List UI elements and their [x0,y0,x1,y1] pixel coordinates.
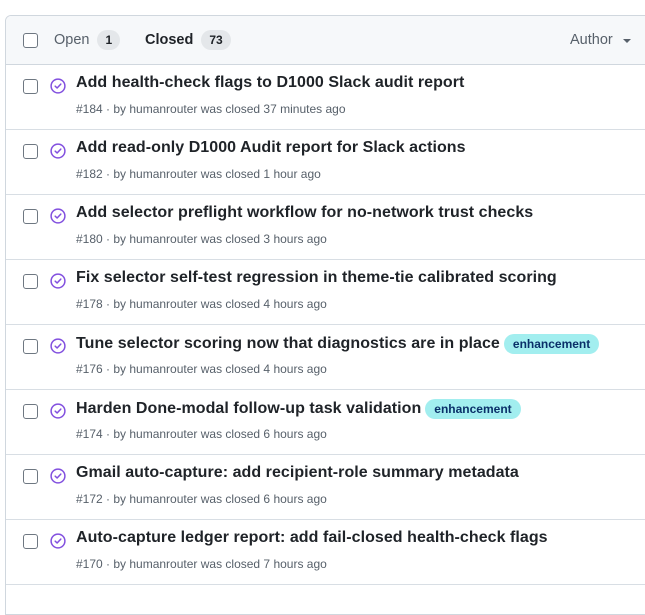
issue-title-line: Add selector preflight workflow for no-n… [76,204,533,222]
check-circle-icon [50,143,66,159]
issue-title-link[interactable]: Harden Done-modal follow-up task validat… [76,400,421,418]
issue-meta: #182 · by humanrouter was closed 1 hour … [76,167,321,181]
issue-list: Add health-check flags to D1000 Slack au… [6,65,645,585]
issue-row: Gmail auto-capture: add recipient-role s… [6,455,645,520]
open-count-badge: 1 [97,30,121,50]
issue-meta: #178 · by humanrouter was closed 4 hours… [76,297,327,311]
check-circle-icon [50,273,66,289]
issue-title-line: Tune selector scoring now that diagnosti… [76,334,600,354]
issue-title-link[interactable]: Add read-only D1000 Audit report for Sla… [76,139,466,157]
check-circle-icon [50,78,66,94]
issue-row: Tune selector scoring now that diagnosti… [6,325,645,390]
issue-row: Fix selector self-test regression in the… [6,260,645,325]
tab-closed-label: Closed [145,32,194,48]
author-filter-dropdown[interactable]: Author [570,16,631,64]
issue-title-link[interactable]: Add selector preflight workflow for no-n… [76,204,533,222]
issue-meta: #172 · by humanrouter was closed 6 hours… [76,492,327,506]
enhancement-label[interactable]: enhancement [503,334,600,354]
issue-title-link[interactable]: Tune selector scoring now that diagnosti… [76,335,500,353]
check-circle-icon [50,208,66,224]
issue-title-line: Auto-capture ledger report: add fail-clo… [76,529,548,547]
issue-select-checkbox[interactable] [23,274,38,289]
check-circle-icon [50,338,66,354]
issue-row: Add health-check flags to D1000 Slack au… [6,65,645,130]
issue-select-checkbox[interactable] [23,534,38,549]
issues-list-header: Open 1 Closed 73 Author [6,16,645,65]
issue-row: Harden Done-modal follow-up task validat… [6,390,645,455]
tab-closed[interactable]: Closed 73 [145,16,231,64]
caret-down-icon [622,39,631,43]
check-circle-icon [50,403,66,419]
issue-meta: #180 · by humanrouter was closed 3 hours… [76,232,327,246]
issue-title-link[interactable]: Gmail auto-capture: add recipient-role s… [76,464,519,482]
issue-title-link[interactable]: Auto-capture ledger report: add fail-clo… [76,529,548,547]
issue-row: Auto-capture ledger report: add fail-clo… [6,520,645,585]
tab-open[interactable]: Open 1 [54,16,121,64]
issue-select-checkbox[interactable] [23,339,38,354]
issue-meta: #174 · by humanrouter was closed 6 hours… [76,427,327,441]
check-circle-icon [50,468,66,484]
issue-select-checkbox[interactable] [23,79,38,94]
issue-row: Add selector preflight workflow for no-n… [6,195,645,260]
issue-meta: #184 · by humanrouter was closed 37 minu… [76,102,346,116]
issue-row: Add read-only D1000 Audit report for Sla… [6,130,645,195]
tab-open-label: Open [54,32,90,48]
issues-list-panel: Open 1 Closed 73 Author Add health-check… [5,15,645,615]
issue-title-line: Gmail auto-capture: add recipient-role s… [76,464,519,482]
enhancement-label[interactable]: enhancement [425,399,521,419]
select-all-checkbox[interactable] [23,33,38,48]
issue-select-checkbox[interactable] [23,209,38,224]
issue-title-line: Add health-check flags to D1000 Slack au… [76,74,464,92]
issue-title-line: Add read-only D1000 Audit report for Sla… [76,139,466,157]
issue-meta: #176 · by humanrouter was closed 4 hours… [76,362,327,376]
issue-select-checkbox[interactable] [23,469,38,484]
check-circle-icon [50,533,66,549]
issue-select-checkbox[interactable] [23,144,38,159]
issue-title-link[interactable]: Add health-check flags to D1000 Slack au… [76,74,464,92]
issue-select-checkbox[interactable] [23,404,38,419]
issue-title-line: Harden Done-modal follow-up task validat… [76,399,521,419]
closed-count-badge: 73 [201,30,231,50]
issue-title-link[interactable]: Fix selector self-test regression in the… [76,269,557,287]
issue-meta: #170 · by humanrouter was closed 7 hours… [76,557,327,571]
author-filter-label: Author [570,32,613,48]
issue-title-line: Fix selector self-test regression in the… [76,269,557,287]
